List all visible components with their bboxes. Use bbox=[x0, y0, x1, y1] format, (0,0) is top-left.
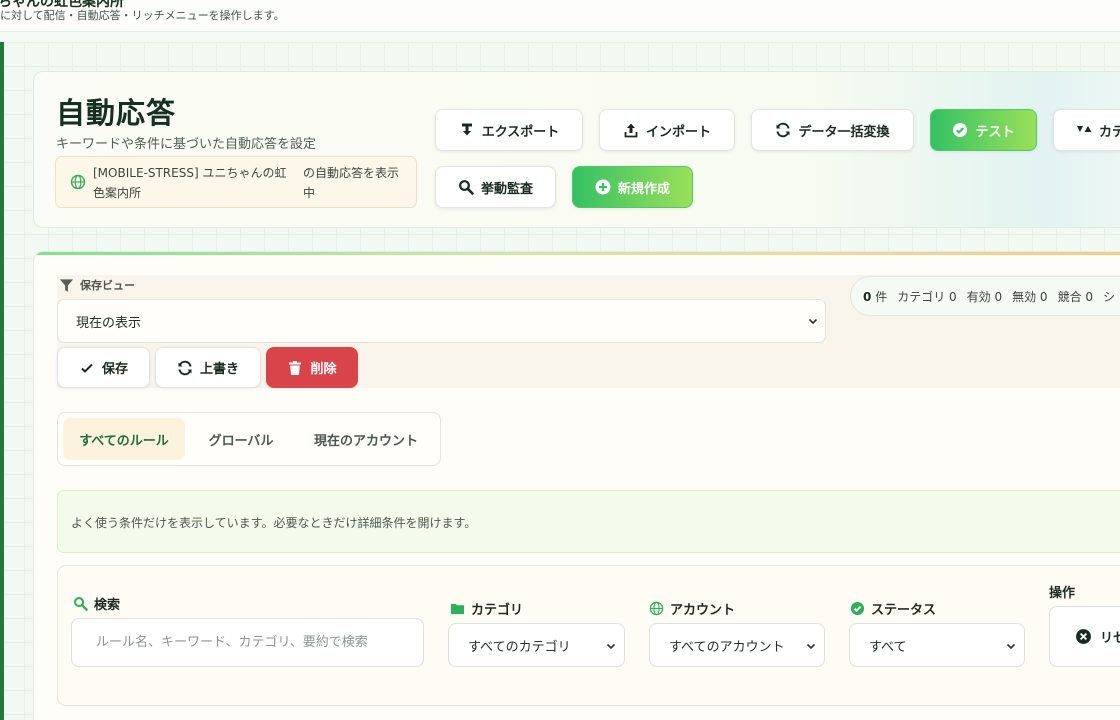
account-context-label: の自動応答を表示中 bbox=[303, 166, 400, 200]
search-label: 検索 bbox=[73, 593, 120, 613]
filter-info-box: よく使う条件だけを表示しています。必要なときだけ詳細条件を開けます。 bbox=[57, 490, 1120, 553]
stats-category: カテゴリ 0 bbox=[897, 289, 957, 304]
plus-circle-icon bbox=[595, 179, 611, 195]
status-select-value: すべて bbox=[869, 639, 907, 655]
account-filter-label: アカウント bbox=[649, 598, 735, 618]
behavior-audit-label: 挙動監査 bbox=[480, 181, 533, 197]
filter-info-text: よく使う条件だけを表示しています。必要なときだけ詳細条件を開けます。 bbox=[71, 516, 477, 530]
chevron-down-icon bbox=[1006, 643, 1016, 650]
save-view-button[interactable]: 保存 bbox=[57, 347, 150, 388]
sync-icon bbox=[776, 122, 790, 138]
page-title: 自動応答 bbox=[56, 96, 177, 130]
save-view-label: 保存 bbox=[101, 362, 128, 377]
folder-icon bbox=[450, 603, 465, 614]
account-select-value: すべてのアカウント bbox=[669, 639, 785, 655]
import-icon bbox=[624, 123, 638, 138]
trash-icon bbox=[289, 360, 302, 375]
search-label-text: 検索 bbox=[94, 597, 121, 613]
category-label: カテゴリ bbox=[1099, 124, 1120, 140]
overwrite-view-button[interactable]: 上書き bbox=[155, 347, 261, 388]
import-label: インポート bbox=[645, 124, 711, 140]
sync-icon bbox=[178, 360, 192, 375]
account-filter-text: アカウント bbox=[670, 602, 736, 618]
search-icon bbox=[459, 180, 474, 195]
globe-icon bbox=[649, 601, 664, 615]
chevron-down-icon bbox=[808, 318, 818, 325]
account-select[interactable]: すべてのアカウント bbox=[649, 623, 825, 667]
saved-view-text: 保存ビュー bbox=[80, 279, 135, 292]
delete-view-button[interactable]: 削除 bbox=[266, 347, 358, 388]
stats-conflict: 競合 0 bbox=[1057, 289, 1094, 304]
status-filter-label: ステータス bbox=[850, 598, 936, 618]
stats-enabled: 有効 0 bbox=[966, 289, 1003, 304]
card-accent-bar bbox=[34, 252, 1120, 255]
filter-icon bbox=[59, 278, 74, 292]
check-circle-icon bbox=[953, 123, 968, 137]
stats-more: シ bbox=[1103, 289, 1116, 304]
brand-subtitle: に対して配信・自動応答・リッチメニューを操作します。 bbox=[0, 9, 285, 22]
export-button[interactable]: エクスポート bbox=[435, 109, 583, 151]
category-select-value: すべてのカテゴリ bbox=[468, 639, 571, 655]
page-subtitle: キーワードや条件に基づいた自動応答を設定 bbox=[56, 137, 317, 152]
create-new-button[interactable]: 新規作成 bbox=[572, 166, 693, 208]
account-context-box: [MOBILE-STRESS] ユニちゃんの虹色案内所 の自動応答を表示中 bbox=[55, 156, 417, 208]
saved-view-label: 保存ビュー bbox=[59, 276, 135, 294]
category-button[interactable]: カテゴリ bbox=[1053, 109, 1120, 151]
stats-count: 0 件 bbox=[863, 288, 887, 305]
search-input[interactable] bbox=[71, 618, 424, 667]
reset-label: リセット bbox=[1100, 631, 1120, 646]
category-filter-text: カテゴリ bbox=[471, 602, 524, 618]
check-icon bbox=[81, 363, 93, 373]
stats-count-value: 0 bbox=[863, 289, 872, 304]
saved-view-value: 現在の表示 bbox=[76, 315, 142, 331]
shapes-icon bbox=[1077, 126, 1092, 132]
stats-summary: 0 件 カテゴリ 0 有効 0 無効 0 競合 0 シ bbox=[850, 276, 1120, 316]
status-filter-text: ステータス bbox=[871, 602, 937, 618]
import-button[interactable]: インポート bbox=[599, 109, 735, 151]
overwrite-view-label: 上書き bbox=[199, 362, 239, 377]
left-rail bbox=[0, 42, 4, 720]
tab-current-account[interactable]: 現在のアカウント bbox=[298, 418, 434, 460]
chevron-down-icon bbox=[606, 643, 616, 650]
delete-view-label: 削除 bbox=[310, 362, 337, 377]
category-select[interactable]: すべてのカテゴリ bbox=[448, 623, 625, 667]
create-new-label: 新規作成 bbox=[617, 181, 670, 197]
chevron-down-icon bbox=[806, 643, 816, 650]
close-circle-icon bbox=[1076, 629, 1091, 644]
search-icon bbox=[74, 596, 88, 611]
account-name: [MOBILE-STRESS] ユニちゃんの虹色案内所 bbox=[93, 166, 287, 200]
reset-button[interactable]: リセット bbox=[1049, 606, 1120, 667]
export-label: エクスポート bbox=[481, 124, 560, 140]
export-icon bbox=[461, 123, 472, 136]
top-bar: ちゃんの虹色案内所 に対して配信・自動応答・リッチメニューを操作します。 bbox=[0, 0, 1120, 32]
actions-label: 操作 bbox=[1049, 585, 1076, 601]
behavior-audit-button[interactable]: 挙動監査 bbox=[435, 166, 556, 208]
stats-disabled: 無効 0 bbox=[1012, 289, 1048, 304]
stats-count-unit: 件 bbox=[875, 289, 888, 304]
test-button[interactable]: テスト bbox=[930, 109, 1037, 151]
check-circle-icon bbox=[850, 601, 865, 615]
bulk-convert-label: データ一括変換 bbox=[798, 124, 890, 140]
bulk-convert-button[interactable]: データ一括変換 bbox=[751, 109, 914, 151]
test-label: テスト bbox=[975, 124, 1015, 140]
tab-all-rules[interactable]: すべてのルール bbox=[63, 418, 185, 460]
globe-icon bbox=[70, 174, 86, 190]
category-filter-label: カテゴリ bbox=[450, 598, 523, 618]
tab-global[interactable]: グローバル bbox=[192, 418, 290, 460]
status-select[interactable]: すべて bbox=[849, 623, 1025, 667]
saved-view-select[interactable]: 現在の表示 bbox=[57, 299, 826, 343]
